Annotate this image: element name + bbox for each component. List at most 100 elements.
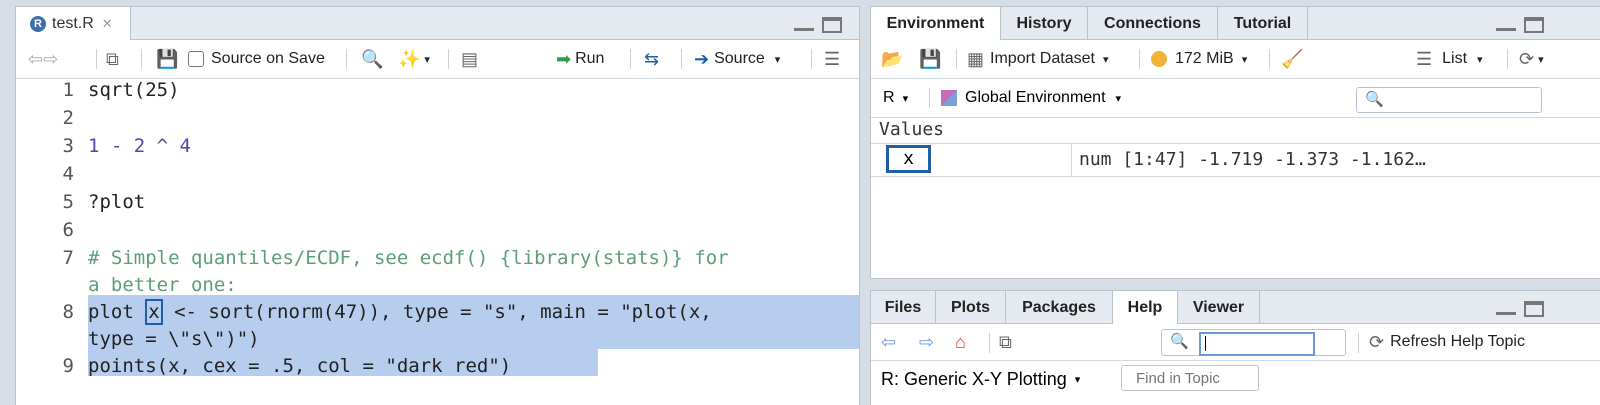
scope-label: Global Environment bbox=[965, 89, 1106, 106]
document-outline-icon[interactable]: ☰ bbox=[824, 49, 840, 70]
code-line: points(x, cex = .5, col = "dark red") bbox=[88, 355, 512, 377]
editor-window-controls bbox=[794, 17, 842, 33]
tab-files[interactable]: Files bbox=[871, 291, 936, 324]
source-on-save-label: Source on Save bbox=[211, 50, 325, 67]
import-dataset-menu[interactable]: ▦ Import Dataset ▾ bbox=[967, 40, 1108, 78]
help-toolbar: ⇦ ⇨ ⌂ ⧉ 🔍 ⟳ Refresh Help Topic bbox=[871, 324, 1600, 361]
view-mode-menu[interactable]: ☰ List ▾ bbox=[1416, 40, 1483, 78]
code-token: plot bbox=[88, 301, 134, 323]
tab-label: Files bbox=[884, 298, 922, 316]
line-number: 7 bbox=[62, 247, 74, 269]
maximize-icon[interactable] bbox=[822, 17, 842, 33]
env-row[interactable]: x num [1:47] -1.719 -1.373 -1.162… bbox=[871, 143, 1600, 177]
tab-history[interactable]: History bbox=[1001, 7, 1088, 40]
rerun-icon[interactable]: ⇆ bbox=[644, 49, 659, 70]
tab-connections[interactable]: Connections bbox=[1088, 7, 1218, 40]
forward-arrow-icon[interactable]: ⇨ bbox=[919, 332, 934, 353]
run-button[interactable]: ➡ Run bbox=[556, 40, 604, 78]
line-number: 1 bbox=[62, 79, 74, 101]
tab-label: Help bbox=[1127, 298, 1163, 316]
environment-tabs: Environment History Connections Tutorial bbox=[871, 7, 1600, 40]
code-line: 1 - 2 ^ 4 bbox=[88, 135, 191, 157]
env-window-controls bbox=[1496, 17, 1544, 33]
code-line: plot x <- sort(rnorm(47)), type = "s", m… bbox=[88, 299, 712, 325]
home-icon[interactable]: ⌂ bbox=[955, 332, 966, 353]
r-file-icon: R bbox=[30, 15, 46, 32]
save-workspace-icon[interactable]: 💾 bbox=[919, 49, 941, 70]
back-forward-buttons[interactable]: ⇦ ⇨ bbox=[28, 40, 58, 78]
table-icon: ▦ bbox=[967, 48, 985, 69]
environment-scope-menu[interactable]: Global Environment ▾ bbox=[941, 79, 1121, 117]
back-arrow-icon[interactable]: ⇦ bbox=[881, 332, 896, 353]
source-label: Source bbox=[714, 50, 765, 67]
editor-toolbar: ⇦ ⇨ ⧉ 💾 Source on Save 🔍 ✨ ▾ ▤ ➡ Run ⇆ ➔ … bbox=[16, 40, 859, 79]
refresh-icon: ⟳ bbox=[1369, 331, 1385, 352]
memory-pie-icon bbox=[1151, 51, 1167, 67]
tab-label: Packages bbox=[1022, 298, 1096, 316]
maximize-icon[interactable] bbox=[1524, 17, 1544, 33]
env-toolbar: 📂 💾 ▦ Import Dataset ▾ 172 MiB ▾ 🧹 ☰ Lis… bbox=[871, 40, 1600, 79]
tab-viewer[interactable]: Viewer bbox=[1178, 291, 1260, 324]
line-number: 2 bbox=[62, 107, 74, 129]
tab-plots[interactable]: Plots bbox=[936, 291, 1006, 324]
show-in-window-icon[interactable]: ⧉ bbox=[106, 49, 119, 70]
minimize-icon[interactable] bbox=[1496, 301, 1516, 315]
save-icon[interactable]: 💾 bbox=[156, 49, 178, 70]
line-number: 5 bbox=[62, 191, 74, 213]
refresh-help-button[interactable]: ⟳ Refresh Help Topic bbox=[1369, 324, 1525, 360]
show-in-window-icon[interactable]: ⧉ bbox=[999, 332, 1012, 353]
tab-environment[interactable]: Environment bbox=[871, 7, 1001, 40]
load-workspace-icon[interactable]: 📂 bbox=[881, 49, 903, 70]
file-tab-test-r[interactable]: R test.R ✕ bbox=[16, 7, 131, 40]
list-icon: ☰ bbox=[1416, 48, 1433, 69]
maximize-icon[interactable] bbox=[1524, 301, 1544, 317]
source-button[interactable]: ➔ Source ▾ bbox=[694, 40, 780, 78]
help-topic-menu[interactable]: R: Generic X-Y Plotting ▾ bbox=[881, 361, 1080, 397]
back-arrow-icon[interactable]: ⇦ bbox=[28, 49, 43, 70]
broom-icon[interactable]: 🧹 bbox=[1281, 49, 1303, 70]
source-on-save-checkbox[interactable] bbox=[188, 51, 204, 67]
help-topic-bar: R: Generic X-Y Plotting ▾ bbox=[871, 361, 1600, 397]
tab-packages[interactable]: Packages bbox=[1006, 291, 1113, 324]
env-search-input[interactable]: 🔍 bbox=[1356, 87, 1542, 113]
help-search-input[interactable]: 🔍 bbox=[1161, 329, 1346, 356]
source-on-save-toggle[interactable]: Source on Save bbox=[188, 40, 325, 78]
tab-tutorial[interactable]: Tutorial bbox=[1218, 7, 1308, 40]
environment-icon bbox=[941, 90, 957, 106]
file-tab-label: test.R bbox=[52, 14, 94, 32]
env-scope-bar: R ▾ Global Environment ▾ 🔍 bbox=[871, 79, 1600, 118]
highlighted-token: x bbox=[145, 299, 163, 325]
source-arrow-icon: ➔ bbox=[694, 48, 710, 69]
line-number: 9 bbox=[62, 355, 74, 377]
import-dataset-label: Import Dataset bbox=[990, 50, 1095, 67]
comment-line-wrap: a better one: bbox=[88, 274, 237, 296]
forward-arrow-icon[interactable]: ⇨ bbox=[43, 49, 58, 70]
tab-label: History bbox=[1016, 14, 1072, 32]
files-tabs: Files Plots Packages Help Viewer bbox=[871, 291, 1600, 324]
refresh-help-label: Refresh Help Topic bbox=[1390, 333, 1525, 350]
code-tools-menu[interactable]: ✨ ▾ bbox=[398, 40, 430, 78]
tab-label: Viewer bbox=[1192, 298, 1245, 316]
search-icon: 🔍 bbox=[1170, 333, 1189, 350]
help-topic-label: R: Generic X-Y Plotting bbox=[881, 368, 1067, 389]
minimize-icon[interactable] bbox=[1496, 17, 1516, 31]
find-in-topic-input[interactable] bbox=[1121, 365, 1259, 391]
files-window-controls bbox=[1496, 301, 1544, 317]
compile-report-icon[interactable]: ▤ bbox=[461, 49, 478, 70]
memory-usage-menu[interactable]: 172 MiB ▾ bbox=[1151, 40, 1247, 78]
close-tab-icon[interactable]: ✕ bbox=[102, 16, 113, 32]
language-menu[interactable]: R ▾ bbox=[883, 79, 908, 117]
magic-wand-icon: ✨ bbox=[398, 48, 421, 69]
line-number: 8 bbox=[62, 301, 74, 323]
environment-pane: Environment History Connections Tutorial… bbox=[870, 6, 1600, 279]
refresh-env-menu[interactable]: ⟳ ▾ bbox=[1519, 40, 1544, 78]
minimize-icon[interactable] bbox=[794, 17, 814, 31]
line-number: 3 bbox=[62, 135, 74, 157]
code-text: sqrt(25) bbox=[88, 79, 180, 101]
run-arrow-icon: ➡ bbox=[556, 48, 572, 69]
find-replace-icon[interactable]: 🔍 bbox=[361, 49, 383, 70]
files-help-pane: Files Plots Packages Help Viewer ⇦ ⇨ ⌂ ⧉… bbox=[870, 290, 1600, 405]
tab-help[interactable]: Help bbox=[1113, 291, 1178, 324]
editor-tabstrip: R test.R ✕ bbox=[16, 7, 859, 40]
run-label: Run bbox=[575, 50, 605, 67]
